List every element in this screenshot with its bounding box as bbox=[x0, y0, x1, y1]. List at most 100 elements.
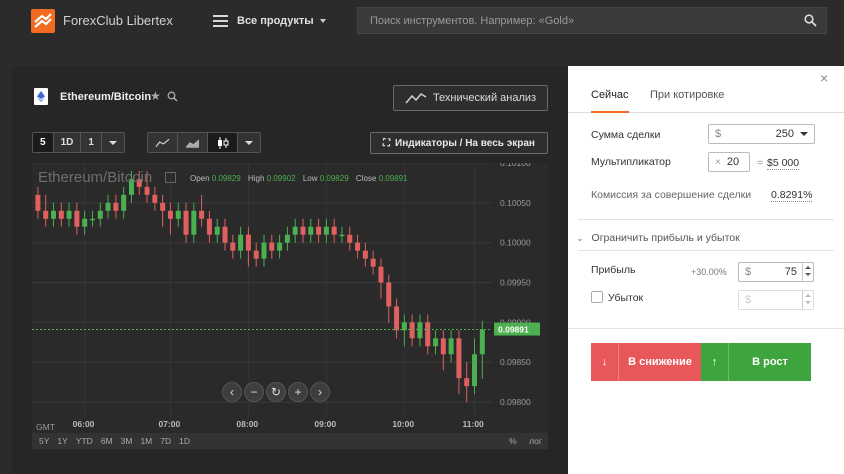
y-tick-label: 0.09950 bbox=[500, 278, 531, 288]
candle-body bbox=[43, 210, 49, 219]
x-tick-label: 08:00 bbox=[236, 419, 258, 429]
candle-body bbox=[152, 194, 158, 203]
range-6m[interactable]: 6M bbox=[101, 436, 113, 446]
sell-button[interactable]: ↓ В снижение bbox=[591, 343, 701, 381]
timeframe-dropdown[interactable] bbox=[101, 133, 124, 152]
candle-body bbox=[323, 226, 329, 235]
candle-body bbox=[253, 250, 259, 259]
area-chart-icon[interactable] bbox=[178, 133, 208, 152]
buy-button[interactable]: ↑ В рост bbox=[701, 343, 811, 381]
chevron-down-icon bbox=[800, 132, 808, 136]
profit-stepper[interactable] bbox=[802, 263, 813, 281]
timeframe-1d[interactable]: 1D bbox=[53, 133, 82, 152]
range-1d[interactable]: 1D bbox=[179, 436, 190, 446]
limit-profit-loss-toggle[interactable]: ⌄ Ограничить прибыль и убыток bbox=[576, 232, 740, 244]
candle-body bbox=[417, 322, 423, 339]
loss-input[interactable]: $ bbox=[738, 290, 814, 310]
range-3m[interactable]: 3M bbox=[121, 436, 133, 446]
candle-body bbox=[269, 242, 275, 251]
candle-body bbox=[175, 210, 181, 219]
menu-icon bbox=[213, 15, 228, 27]
candle-body bbox=[456, 338, 462, 379]
scroll-right-button[interactable]: › bbox=[310, 382, 330, 402]
multiplier-value: 20 bbox=[726, 156, 740, 168]
line-chart-icon[interactable] bbox=[148, 133, 178, 152]
chart-navigation: ‹ − ↻ + › bbox=[222, 382, 330, 402]
candle-body bbox=[261, 242, 267, 259]
star-icon[interactable]: ★ bbox=[150, 89, 161, 103]
candle-body bbox=[331, 226, 337, 235]
tab-now[interactable]: Сейчас bbox=[591, 89, 629, 113]
ethereum-icon bbox=[34, 88, 48, 105]
candle-body bbox=[160, 202, 166, 211]
chart-settings-icon[interactable] bbox=[165, 172, 176, 183]
candle-body bbox=[277, 242, 283, 251]
chart-card: Ethereum/Bitcoin ★ Технический анализ 5 … bbox=[12, 66, 568, 474]
arrow-down-icon: ↓ bbox=[591, 343, 619, 381]
percent-scale-toggle[interactable]: % bbox=[509, 436, 517, 446]
amount-select[interactable]: $ 250 bbox=[708, 124, 815, 144]
candle-body bbox=[66, 210, 72, 219]
reset-button[interactable]: ↻ bbox=[266, 382, 286, 402]
chart-type-dropdown[interactable] bbox=[238, 133, 260, 152]
brand-name[interactable]: ForexClub Libertex bbox=[63, 13, 173, 28]
range-5y[interactable]: 5Y bbox=[39, 436, 49, 446]
timeframe-1[interactable]: 1 bbox=[81, 133, 102, 152]
profit-label: Прибыль bbox=[591, 264, 636, 276]
scroll-left-button[interactable]: ‹ bbox=[222, 382, 242, 402]
range-1m[interactable]: 1M bbox=[140, 436, 152, 446]
multiplier-label: Мультипликатор bbox=[591, 156, 671, 168]
loss-checkbox[interactable] bbox=[591, 291, 603, 303]
candle-body bbox=[448, 338, 454, 355]
y-tick-label: 0.09800 bbox=[500, 397, 531, 407]
loss-stepper[interactable] bbox=[802, 291, 813, 309]
candle-body bbox=[230, 242, 236, 251]
search-icon[interactable] bbox=[167, 91, 178, 102]
timeframe-5[interactable]: 5 bbox=[33, 133, 54, 152]
range-7d[interactable]: 7D bbox=[160, 436, 171, 446]
y-tick-label: 0.10050 bbox=[500, 198, 531, 208]
commission-label: Комиссия за совершение сделки bbox=[591, 189, 752, 201]
buy-label: В рост bbox=[752, 356, 788, 368]
gmt-label: GMT bbox=[36, 422, 55, 432]
profit-input[interactable]: $ 75 bbox=[738, 262, 814, 282]
candle-body bbox=[222, 226, 228, 243]
ohlc-close: 0.09891 bbox=[378, 174, 408, 183]
equals-sign: = bbox=[757, 157, 764, 169]
y-tick-label: 0.09850 bbox=[500, 357, 531, 367]
search-icon[interactable] bbox=[804, 14, 817, 27]
indicators-fullscreen-button[interactable]: ⛶ Индикаторы / На весь экран bbox=[370, 132, 548, 154]
search-input[interactable] bbox=[358, 14, 788, 27]
range-ytd[interactable]: YTD bbox=[76, 436, 93, 446]
chevron-down-icon bbox=[108, 140, 117, 145]
log-scale-toggle[interactable]: лог bbox=[529, 436, 542, 446]
candlestick-chart-icon[interactable] bbox=[208, 133, 238, 152]
candle-body bbox=[82, 218, 88, 227]
close-icon[interactable]: × bbox=[820, 70, 828, 86]
sell-label: В снижение bbox=[628, 356, 692, 368]
candle-body bbox=[113, 202, 119, 211]
logo-icon[interactable] bbox=[31, 9, 55, 33]
candle-body bbox=[238, 234, 244, 251]
candle-body bbox=[121, 194, 127, 211]
candle-body bbox=[183, 210, 189, 235]
chart-watermark: Ethereum/Bitcoin bbox=[38, 169, 153, 186]
candle-body bbox=[144, 186, 150, 195]
timeframe-group: 5 1D 1 bbox=[32, 132, 125, 153]
multiplier-input[interactable]: × 20 bbox=[708, 152, 750, 172]
range-1y[interactable]: 1Y bbox=[57, 436, 67, 446]
ohlc-open: 0.09829 bbox=[211, 174, 241, 183]
technical-analysis-button[interactable]: Технический анализ bbox=[393, 85, 548, 111]
ohlc-close-label: Close bbox=[355, 174, 377, 183]
zoom-out-button[interactable]: − bbox=[244, 382, 264, 402]
all-products-menu[interactable]: Все продукты bbox=[213, 10, 326, 32]
zoom-in-button[interactable]: + bbox=[288, 382, 308, 402]
candle-body bbox=[300, 226, 306, 235]
search-bar bbox=[357, 7, 827, 34]
x-tick-label: 06:00 bbox=[73, 419, 95, 429]
x-tick-label: 09:00 bbox=[314, 419, 336, 429]
x-tick-label: 10:00 bbox=[392, 419, 414, 429]
indicators-label: Индикаторы / На весь экран bbox=[395, 137, 535, 149]
x-tick-label: 11:00 bbox=[463, 419, 485, 429]
tab-at-quote[interactable]: При котировке bbox=[650, 89, 724, 101]
